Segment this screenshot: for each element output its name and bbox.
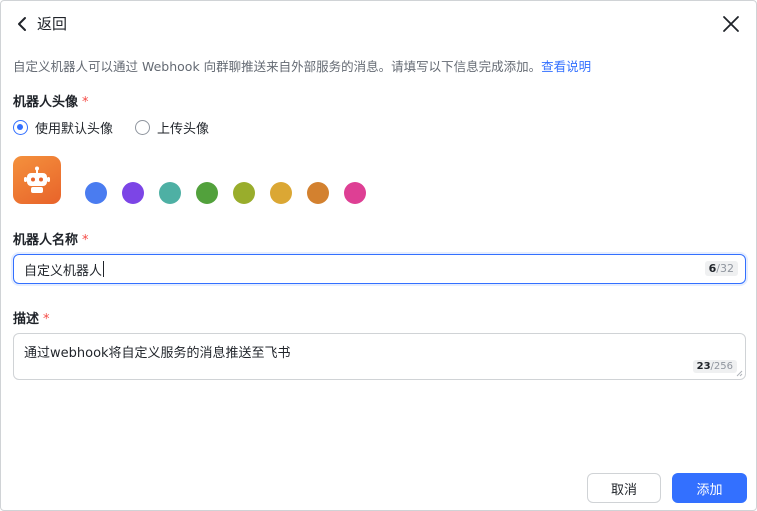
close-icon[interactable] xyxy=(720,13,742,35)
add-button[interactable]: 添加 xyxy=(672,473,747,503)
required-mark: * xyxy=(82,95,89,110)
bot-name-value: 自定义机器人 xyxy=(24,263,103,279)
radio-checked-icon xyxy=(13,120,28,135)
color-swatch-purple[interactable] xyxy=(122,182,144,204)
color-swatch-blue[interactable] xyxy=(85,182,107,204)
desc-char-counter: 23/256 xyxy=(692,360,737,373)
required-mark: * xyxy=(43,312,50,327)
color-swatch-orange[interactable] xyxy=(307,182,329,204)
text-caret xyxy=(103,261,105,277)
color-swatch-olive[interactable] xyxy=(233,182,255,204)
description-textarea[interactable]: 通过webhook将自定义服务的消息推送至飞书 23/256 xyxy=(13,333,746,380)
radio-upload-avatar[interactable]: 上传头像 xyxy=(135,118,209,137)
desc-section-label: 描述 * xyxy=(13,308,50,327)
bot-avatar[interactable] xyxy=(13,156,61,204)
name-char-counter: 6/32 xyxy=(704,261,738,276)
help-link[interactable]: 查看说明 xyxy=(541,59,591,74)
avatar-label: 机器人头像 xyxy=(13,95,79,110)
avatar-section-label: 机器人头像 * xyxy=(13,91,89,110)
color-swatch-pink[interactable] xyxy=(344,182,366,204)
required-mark: * xyxy=(82,233,89,248)
description-value: 通过webhook将自定义服务的消息推送至飞书 xyxy=(24,346,291,361)
intro-text: 自定义机器人可以通过 Webhook 向群聊推送来自外部服务的消息。请填写以下信… xyxy=(13,56,591,75)
radio-default-avatar[interactable]: 使用默认头像 xyxy=(13,118,113,137)
resize-grip-icon[interactable] xyxy=(736,370,743,377)
radio-default-label: 使用默认头像 xyxy=(35,122,114,137)
desc-count-current: 23 xyxy=(696,361,711,372)
name-section-label: 机器人名称 * xyxy=(13,229,89,248)
desc-count-max: /256 xyxy=(710,361,733,372)
add-bot-dialog: 返回 自定义机器人可以通过 Webhook 向群聊推送来自外部服务的消息。请填写… xyxy=(0,0,757,511)
robot-icon xyxy=(24,166,50,193)
name-label: 机器人名称 xyxy=(13,233,79,248)
color-swatch-gold[interactable] xyxy=(270,182,292,204)
name-count-max: /32 xyxy=(716,262,734,275)
radio-unchecked-icon xyxy=(135,120,151,135)
bot-name-input[interactable]: 自定义机器人 6/32 xyxy=(13,254,746,284)
desc-label: 描述 xyxy=(13,312,40,327)
radio-upload-label: 上传头像 xyxy=(157,122,210,137)
color-swatch-teal[interactable] xyxy=(159,182,181,204)
cancel-button[interactable]: 取消 xyxy=(587,473,661,503)
chevron-left-icon xyxy=(15,14,29,34)
avatar-color-picker xyxy=(85,182,366,204)
avatar-radio-group: 使用默认头像 上传头像 xyxy=(13,118,209,137)
back-button[interactable]: 返回 xyxy=(15,13,67,34)
color-swatch-green[interactable] xyxy=(196,182,218,204)
back-label: 返回 xyxy=(37,15,68,33)
intro-description: 自定义机器人可以通过 Webhook 向群聊推送来自外部服务的消息。请填写以下信… xyxy=(13,59,542,74)
